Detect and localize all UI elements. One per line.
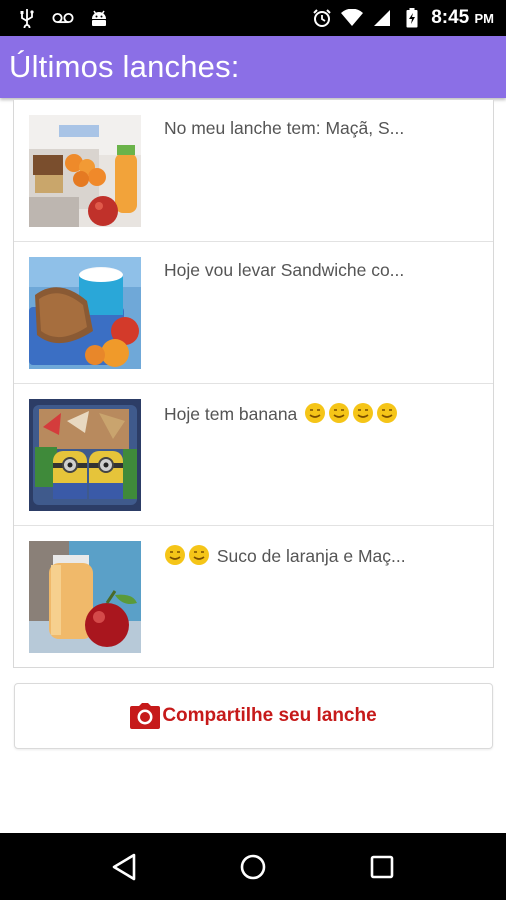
snack-feed-list[interactable]: No meu lanche tem: Maçã, S... Hoje vou l… [13, 99, 494, 668]
snack-caption: No meu lanche tem: Maçã, S... [164, 118, 405, 138]
list-item[interactable]: Hoje vou levar Sandwiche co... [14, 242, 493, 384]
snack-caption: Suco de laranja e Maç... [164, 544, 484, 571]
navigation-bar [0, 833, 506, 900]
battery-charging-icon [401, 7, 423, 29]
list-item[interactable]: Suco de laranja e Maç... [14, 526, 493, 668]
status-bar: 8:45 PM [0, 0, 506, 36]
sandwich-milk-photo [29, 257, 141, 369]
smile-emoji-icon [304, 402, 398, 429]
share-button-label: Compartilhe seu lanche [162, 705, 377, 726]
camera-icon [130, 703, 161, 729]
bento-minions-photo [29, 399, 141, 511]
home-icon[interactable] [233, 847, 273, 887]
snack-caption: Hoje tem banana [164, 402, 484, 429]
share-snack-button[interactable]: Compartilhe seu lanche [14, 683, 493, 749]
usb-icon [16, 7, 38, 29]
lunchbox-fruit-photo [29, 115, 141, 227]
back-icon[interactable] [104, 847, 144, 887]
page-title: Últimos lanches: [9, 49, 240, 84]
alarm-icon [311, 7, 333, 29]
signal-icon [371, 7, 393, 29]
status-clock: 8:45 PM [431, 7, 494, 28]
snack-caption: Hoje vou levar Sandwiche co... [164, 260, 405, 280]
list-item[interactable]: No meu lanche tem: Maçã, S... [14, 100, 493, 242]
voicemail-icon [52, 7, 74, 29]
smile-emoji-icon [164, 544, 210, 571]
recents-icon[interactable] [362, 847, 402, 887]
app-bar: Últimos lanches: [0, 36, 506, 98]
wifi-icon [341, 7, 364, 29]
android-icon [88, 7, 110, 29]
juice-apple-photo [29, 541, 141, 653]
list-item[interactable]: Hoje tem banana [14, 384, 493, 526]
